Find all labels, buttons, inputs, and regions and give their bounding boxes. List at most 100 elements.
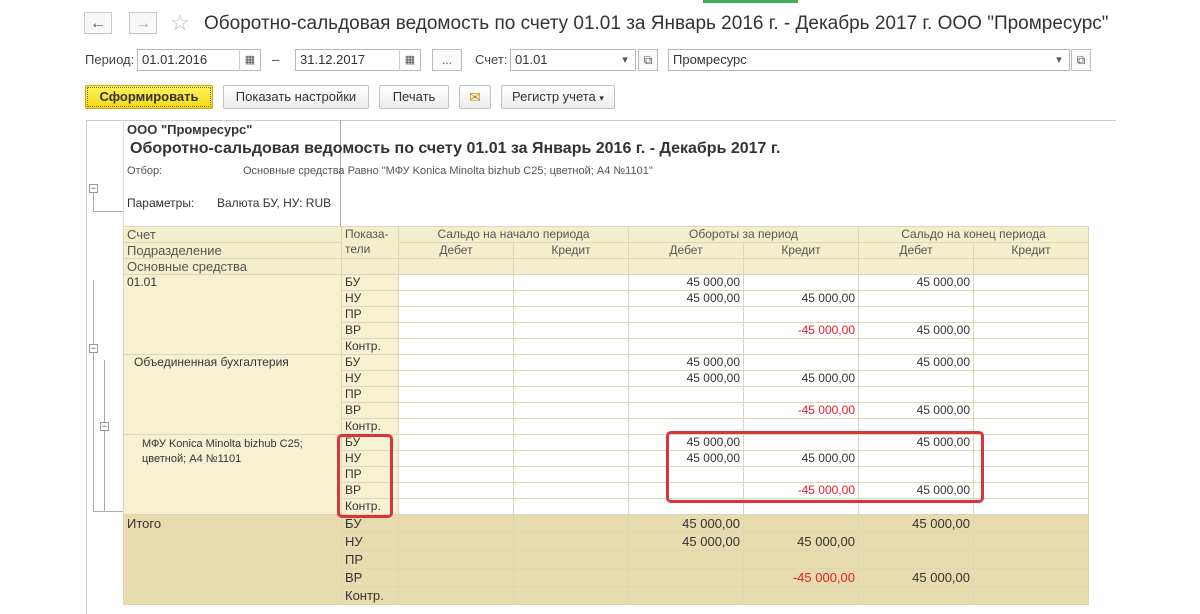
- collapse-department-icon[interactable]: −: [100, 422, 109, 431]
- value-cell: [513, 434, 629, 451]
- value-cell: [513, 370, 629, 387]
- value-cell: [513, 514, 629, 533]
- value-cell: 45 000,00: [743, 532, 859, 551]
- highlight-values-box: [666, 431, 984, 503]
- value-cell: 45 000,00: [628, 354, 744, 371]
- value-cell: [973, 290, 1089, 307]
- tree-line: [93, 511, 123, 512]
- tree-line: [93, 211, 123, 212]
- table-header-row: Основные средства: [123, 258, 1089, 275]
- value-cell: [743, 386, 859, 403]
- open-account-button[interactable]: ⧉: [638, 49, 658, 71]
- value-cell: [973, 498, 1089, 515]
- calendar-icon[interactable]: ▦: [239, 50, 260, 70]
- value-cell: [398, 586, 514, 605]
- table-row: 01.01 БУ 45 000,00 45 000,00: [123, 274, 1089, 355]
- value-cell: 45 000,00: [858, 402, 974, 419]
- header-debit: Дебет: [398, 242, 514, 259]
- organization-value: Промресурс: [673, 52, 747, 67]
- total-name: Итого: [123, 514, 342, 605]
- value-cell: [398, 338, 514, 355]
- value-cell: [513, 274, 629, 291]
- report-top-border: [86, 120, 1116, 121]
- value-cell: [628, 306, 744, 323]
- value-cell: [743, 354, 859, 371]
- value-cell: [398, 354, 514, 371]
- value-cell: -45 000,00: [743, 402, 859, 419]
- period-select-button[interactable]: ...: [432, 49, 462, 71]
- header-account: Счет: [123, 226, 342, 243]
- value-cell: [398, 402, 514, 419]
- value-cell: [398, 498, 514, 515]
- indicator-cell: Контр.: [341, 418, 399, 435]
- value-cell: [743, 338, 859, 355]
- calendar-icon[interactable]: ▦: [399, 50, 420, 70]
- account-register-button[interactable]: Регистр учета ▾: [501, 85, 615, 109]
- value-cell: [743, 586, 859, 605]
- value-cell: -45 000,00: [743, 568, 859, 587]
- value-cell: [973, 514, 1089, 533]
- value-cell: [973, 322, 1089, 339]
- account-field[interactable]: 01.01 ▾: [510, 49, 636, 71]
- value-cell: [973, 386, 1089, 403]
- email-button[interactable]: ✉: [459, 85, 491, 109]
- date-from-field[interactable]: 01.01.2016 ▦: [137, 49, 261, 71]
- dropdown-arrow-icon[interactable]: ▾: [615, 50, 635, 70]
- header-credit: Кредит: [743, 242, 859, 259]
- favorite-star-icon[interactable]: ☆: [170, 10, 190, 36]
- generate-button[interactable]: Сформировать: [85, 85, 213, 109]
- back-button[interactable]: ←: [84, 12, 112, 34]
- envelope-icon: ✉: [469, 89, 481, 105]
- value-cell: [398, 370, 514, 387]
- value-cell: [513, 466, 629, 483]
- value-cell: [743, 274, 859, 291]
- value-cell: [513, 290, 629, 307]
- account-label: Счет:: [475, 52, 508, 67]
- value-cell: [398, 418, 514, 435]
- collapse-account-icon[interactable]: −: [89, 344, 98, 353]
- value-cell: [973, 466, 1089, 483]
- indicator-cell: Контр.: [341, 338, 399, 355]
- show-settings-button[interactable]: Показать настройки: [223, 85, 369, 109]
- date-to-field[interactable]: 31.12.2017 ▦: [295, 49, 421, 71]
- tree-line: [93, 193, 94, 211]
- group-name-line2: цветной; A4 №1101: [142, 453, 242, 465]
- indicator-cell: НУ: [341, 370, 399, 387]
- collapse-header-icon[interactable]: −: [89, 184, 98, 193]
- value-cell: 45 000,00: [858, 322, 974, 339]
- open-link-icon: ⧉: [1076, 53, 1086, 67]
- organization-field[interactable]: Промресурс ▾: [668, 49, 1070, 71]
- value-cell: 45 000,00: [628, 514, 744, 533]
- value-cell: [743, 550, 859, 569]
- value-cell: [628, 586, 744, 605]
- tree-line: [93, 280, 94, 344]
- value-cell: [513, 586, 629, 605]
- value-cell: [973, 568, 1089, 587]
- value-cell: [973, 434, 1089, 451]
- open-organization-button[interactable]: ⧉: [1071, 49, 1091, 71]
- value-cell: [973, 306, 1089, 323]
- value-cell: [513, 322, 629, 339]
- value-cell: [858, 550, 974, 569]
- value-cell: [513, 482, 629, 499]
- tree-line: [93, 353, 94, 511]
- value-cell: [513, 568, 629, 587]
- dropdown-arrow-icon[interactable]: ▾: [1049, 50, 1069, 70]
- group-name-label: Объединенная бухгалтерия: [134, 355, 289, 370]
- value-cell: [513, 306, 629, 323]
- table-header-row: Счет Показа-тели Сальдо на начало период…: [123, 226, 1089, 259]
- value-cell: 45 000,00: [628, 274, 744, 291]
- forward-button[interactable]: →: [129, 12, 157, 34]
- header-indicators-line2: тели: [345, 242, 371, 256]
- value-cell: [973, 370, 1089, 387]
- header-saldo-end: Сальдо на конец периода: [858, 226, 1089, 243]
- group-name-line1: МФУ Konica Minolta bizhub C25;: [142, 438, 303, 450]
- value-cell: [513, 450, 629, 467]
- indicator-cell: НУ: [341, 532, 399, 551]
- date-dash: –: [272, 52, 280, 67]
- print-button[interactable]: Печать: [379, 85, 449, 109]
- tree-line: [104, 431, 105, 511]
- value-cell: [973, 482, 1089, 499]
- value-cell: [398, 482, 514, 499]
- report-org: ООО "Промресурс": [127, 122, 253, 137]
